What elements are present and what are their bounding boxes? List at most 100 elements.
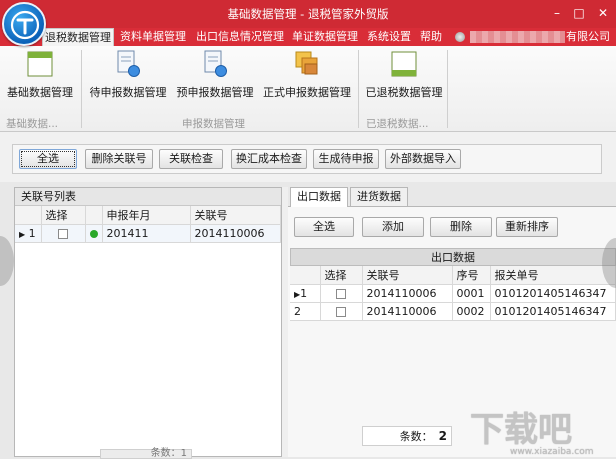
- select-cell[interactable]: [320, 284, 363, 303]
- window-green-icon: [391, 50, 417, 78]
- column-header: [290, 266, 321, 285]
- customs-no-cell: 0101201405146347: [490, 284, 616, 303]
- stacked-cards-icon: [294, 50, 320, 78]
- row-indicator: ▶1: [290, 284, 321, 303]
- column-header-select[interactable]: 选择: [320, 266, 363, 285]
- row-index: 1: [28, 226, 36, 240]
- right-count-label: 条数：: [399, 430, 433, 443]
- table-header: 选择 申报年月 关联号: [15, 206, 281, 225]
- tab-voucher-data[interactable]: 单证数据管理: [292, 28, 358, 46]
- import-external-button[interactable]: 外部数据导入: [385, 149, 461, 169]
- toolbar-area: 全选 删除关联号 关联检查 换汇成本检查 生成待申报 外部数据导入: [0, 132, 616, 182]
- select-cell[interactable]: [320, 302, 363, 321]
- row-checkbox[interactable]: [58, 228, 68, 239]
- right-count-value: 2: [438, 429, 447, 443]
- table-header: 选择 关联号 序号 报关单号: [290, 266, 616, 285]
- column-header-customs-no[interactable]: 报关单号: [490, 266, 616, 285]
- pending-declare-button[interactable]: 待申报数据管理: [88, 50, 168, 100]
- column-header-relation-no[interactable]: 关联号: [362, 266, 453, 285]
- column-header-select[interactable]: 选择: [41, 206, 86, 225]
- ribbon-divider: [358, 50, 359, 128]
- formal-declare-button[interactable]: 正式申报数据管理: [262, 50, 352, 100]
- maximize-button[interactable]: □: [570, 4, 588, 22]
- column-header: [85, 206, 103, 225]
- toolbar: 全选 删除关联号 关联检查 换汇成本检查 生成待申报 外部数据导入: [12, 144, 602, 174]
- relation-list-title: 关联号列表: [15, 188, 281, 206]
- basic-data-button[interactable]: 基础数据管理: [4, 50, 76, 100]
- tab-settings[interactable]: 系统设置: [367, 28, 411, 46]
- row-index: 2: [294, 304, 301, 318]
- refunded-data-label: 已退税数据管理: [365, 86, 443, 99]
- select-cell[interactable]: [41, 224, 86, 243]
- column-header-period[interactable]: 申报年月: [102, 206, 191, 225]
- watermark-text: 下载吧: [470, 410, 572, 450]
- pending-declare-label: 待申报数据管理: [89, 86, 167, 99]
- delete-relation-button[interactable]: 删除关联号: [85, 149, 153, 169]
- relation-table: 选择 申报年月 关联号 ▶ 1 201411 2014110006: [15, 206, 281, 243]
- left-row-count: 条数：1: [100, 449, 192, 459]
- left-count-label: 条数：: [150, 448, 181, 459]
- tab-refund-data[interactable]: 退税数据管理: [42, 28, 114, 46]
- company-name-redacted: [470, 31, 565, 43]
- relation-no-cell: 2014110006: [190, 224, 281, 243]
- status-dot-icon: [89, 229, 98, 238]
- window-title: 基础数据管理 - 退税管家外贸版: [227, 7, 389, 21]
- document-gear-icon: [202, 50, 228, 78]
- ribbon-divider: [81, 50, 82, 128]
- window-icon: [27, 50, 53, 78]
- table-row[interactable]: ▶ 1 201411 2014110006: [15, 224, 281, 243]
- pre-declare-button[interactable]: 预申报数据管理: [175, 50, 255, 100]
- pre-declare-label: 预申报数据管理: [176, 86, 254, 99]
- column-header-relation-no[interactable]: 关联号: [190, 206, 281, 225]
- table-row[interactable]: 2 2014110006 0002 0101201405146347: [290, 302, 616, 321]
- scroll-left-arrow-icon[interactable]: [0, 236, 14, 286]
- minimize-button[interactable]: –: [548, 4, 566, 22]
- refunded-data-button[interactable]: 已退税数据管理: [364, 50, 444, 100]
- basic-data-label: 基础数据管理: [7, 86, 73, 99]
- select-all-button[interactable]: 全选: [19, 149, 77, 169]
- relation-no-cell: 2014110006: [362, 284, 453, 303]
- ribbon-divider: [447, 50, 448, 128]
- period-cell: 201411: [102, 224, 191, 243]
- user-avatar-icon: [455, 32, 465, 42]
- watermark-logo: 下载吧 www.xiazaiba.com: [470, 402, 616, 457]
- left-count-value: 1: [180, 448, 187, 459]
- tab-export-data[interactable]: 出口数据: [290, 187, 348, 207]
- export-data-table: 选择 关联号 序号 报关单号 ▶1 2014110006 0001 010120…: [290, 266, 616, 321]
- row-pointer-icon: ▶: [19, 229, 26, 239]
- right-row-count: 条数： 2: [362, 426, 452, 446]
- row-checkbox[interactable]: [336, 306, 346, 317]
- row-checkbox[interactable]: [336, 288, 346, 299]
- detail-select-all-button[interactable]: 全选: [294, 217, 354, 237]
- export-data-caption: 出口数据: [290, 248, 616, 266]
- relation-no-cell: 2014110006: [362, 302, 453, 321]
- tab-help[interactable]: 帮助: [420, 28, 442, 46]
- company-suffix: 有限公司: [566, 30, 610, 43]
- relation-check-button[interactable]: 关联检查: [159, 149, 223, 169]
- tab-documents[interactable]: 资料单据管理: [120, 28, 186, 46]
- relation-list-panel: 关联号列表 选择 申报年月 关联号 ▶ 1 201411 2014110006: [14, 187, 282, 457]
- group-basic: 基础数据...: [6, 118, 59, 130]
- group-declare: 申报数据管理: [182, 118, 245, 130]
- table-row[interactable]: ▶1 2014110006 0001 0101201405146347: [290, 284, 616, 303]
- generate-pending-button[interactable]: 生成待申报: [313, 149, 379, 169]
- export-data-table-wrap: 选择 关联号 序号 报关单号 ▶1 2014110006 0001 010120…: [290, 266, 616, 321]
- tab-purchase-data[interactable]: 进货数据: [350, 187, 408, 206]
- column-header-seq[interactable]: 序号: [452, 266, 491, 285]
- add-button[interactable]: 添加: [362, 217, 424, 237]
- formal-declare-label: 正式申报数据管理: [263, 86, 351, 99]
- title-bar: 基础数据管理 - 退税管家外贸版 – □ ✕: [0, 0, 616, 28]
- seq-cell: 0002: [452, 302, 491, 321]
- close-button[interactable]: ✕: [594, 4, 612, 22]
- column-header: [15, 206, 42, 225]
- ribbon: 基础数据管理 待申报数据管理 预申报数据管理 正式申报数据管理 已退税数据管理 …: [0, 46, 616, 132]
- status-cell: [85, 224, 103, 243]
- row-indicator: 2: [290, 302, 321, 321]
- row-indicator: ▶ 1: [15, 224, 42, 243]
- exchange-cost-check-button[interactable]: 换汇成本检查: [231, 149, 307, 169]
- delete-button[interactable]: 删除: [430, 217, 492, 237]
- reorder-button[interactable]: 重新排序: [496, 217, 558, 237]
- app-logo-icon: [2, 2, 46, 46]
- seq-cell: 0001: [452, 284, 491, 303]
- tab-export-info[interactable]: 出口信息情况管理: [196, 28, 284, 46]
